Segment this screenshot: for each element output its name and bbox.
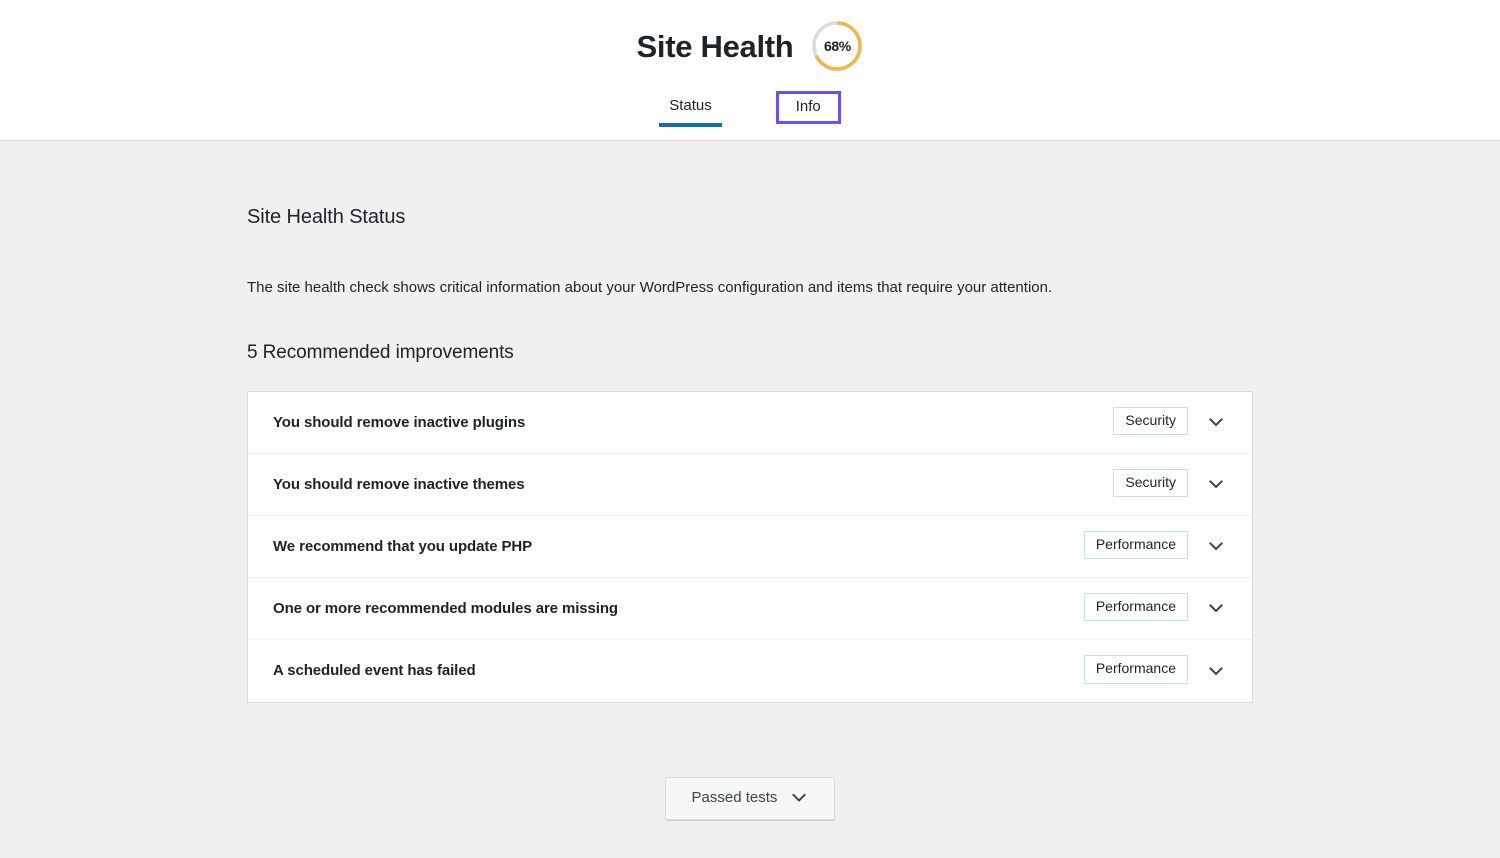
tab-info[interactable]: Info (776, 91, 841, 124)
passed-tests-label: Passed tests (692, 789, 778, 806)
status-badge: Performance (1084, 593, 1188, 622)
chevron-down-icon (790, 789, 808, 807)
section-description: The site health check shows critical inf… (247, 277, 1253, 300)
chevron-down-icon[interactable] (1204, 472, 1228, 496)
accordion-row[interactable]: You should remove inactive themes Securi… (248, 454, 1252, 516)
accordion-row[interactable]: You should remove inactive plugins Secur… (248, 392, 1252, 454)
accordion-row-label: We recommend that you update PHP (273, 538, 1084, 555)
chevron-down-icon[interactable] (1204, 596, 1228, 620)
accordion-row[interactable]: One or more recommended modules are miss… (248, 578, 1252, 640)
chevron-down-icon[interactable] (1204, 659, 1228, 683)
page-title: Site Health (637, 31, 794, 62)
section-title: Site Health Status (247, 206, 1253, 229)
status-badge: Security (1113, 469, 1188, 498)
status-badge: Performance (1084, 655, 1188, 684)
tab-bar: Status Info (0, 90, 1500, 127)
status-badge: Performance (1084, 531, 1188, 560)
accordion-row[interactable]: We recommend that you update PHP Perform… (248, 516, 1252, 578)
status-badge: Security (1113, 407, 1188, 436)
improvements-heading: 5 Recommended improvements (247, 342, 1253, 364)
accordion-row-label: One or more recommended modules are miss… (273, 600, 1084, 617)
passed-tests-section: Passed tests (247, 777, 1253, 820)
main-content: Site Health Status The site health check… (247, 141, 1253, 820)
accordion-row-label: A scheduled event has failed (273, 662, 1084, 679)
health-score-value: 68% (811, 20, 863, 72)
chevron-down-icon[interactable] (1204, 410, 1228, 434)
accordion-row[interactable]: A scheduled event has failed Performance (248, 640, 1252, 702)
tab-status[interactable]: Status (659, 90, 722, 127)
accordion-row-label: You should remove inactive plugins (273, 414, 1113, 431)
page-header: Site Health 68% Status Info (0, 0, 1500, 141)
chevron-down-icon[interactable] (1204, 534, 1228, 558)
improvements-accordion: You should remove inactive plugins Secur… (247, 391, 1253, 703)
accordion-row-label: You should remove inactive themes (273, 476, 1113, 493)
title-row: Site Health 68% (0, 0, 1500, 72)
passed-tests-button[interactable]: Passed tests (665, 777, 836, 820)
health-score-ring: 68% (811, 20, 863, 72)
